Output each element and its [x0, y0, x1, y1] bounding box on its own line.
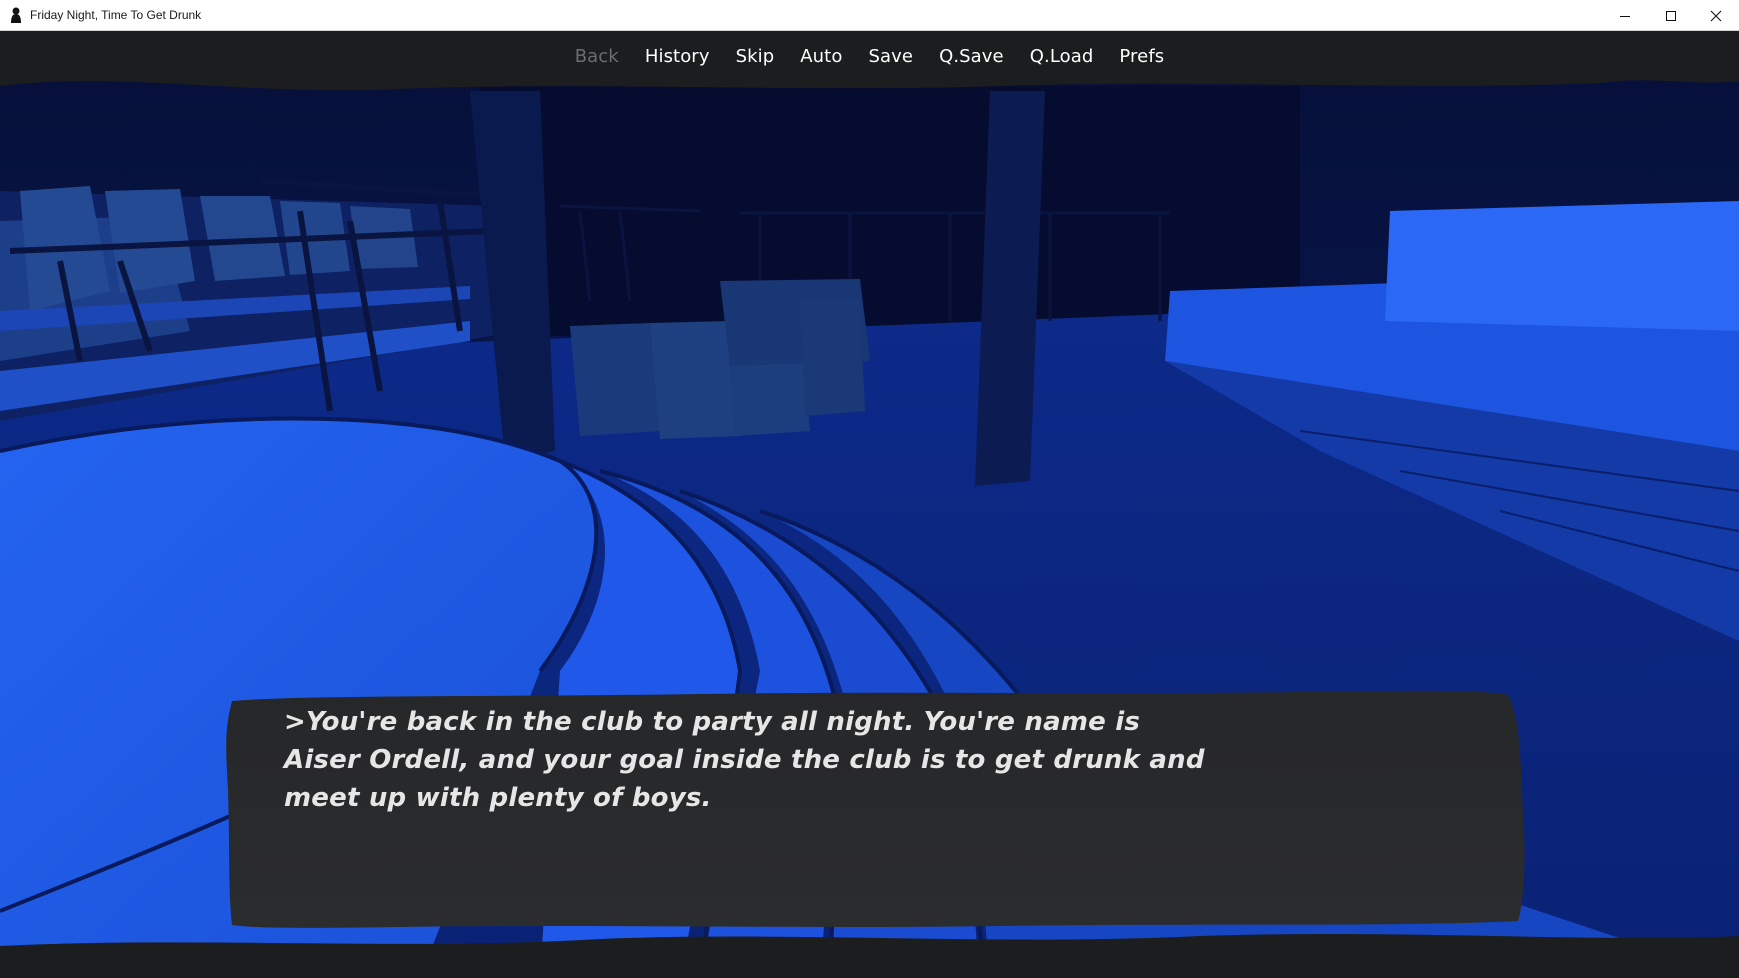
- history-button[interactable]: History: [632, 31, 723, 83]
- club-scene-background: [0, 31, 1739, 978]
- skip-button[interactable]: Skip: [723, 31, 788, 83]
- prefs-button[interactable]: Prefs: [1106, 31, 1177, 83]
- app-silhouette-icon: [11, 7, 21, 23]
- window-title-bar: Friday Night, Time To Get Drunk: [0, 0, 1739, 31]
- minimize-button[interactable]: [1602, 0, 1648, 31]
- auto-button[interactable]: Auto: [787, 31, 855, 83]
- quick-load-button[interactable]: Q.Load: [1017, 31, 1107, 83]
- maximize-icon: [1666, 10, 1676, 21]
- window-title: Friday Night, Time To Get Drunk: [30, 8, 202, 22]
- quick-menu: Back History Skip Auto Save Q.Save Q.Loa…: [0, 31, 1739, 83]
- close-button[interactable]: [1693, 0, 1739, 31]
- close-icon: [1710, 10, 1722, 21]
- game-viewport[interactable]: Back History Skip Auto Save Q.Save Q.Loa…: [0, 31, 1739, 978]
- minimize-icon: [1620, 15, 1630, 17]
- back-button[interactable]: Back: [562, 31, 632, 83]
- dialogue-text: >You're back in the club to party all ni…: [284, 707, 1205, 813]
- maximize-button[interactable]: [1648, 0, 1694, 31]
- quick-save-button[interactable]: Q.Save: [926, 31, 1017, 83]
- save-button[interactable]: Save: [855, 31, 926, 83]
